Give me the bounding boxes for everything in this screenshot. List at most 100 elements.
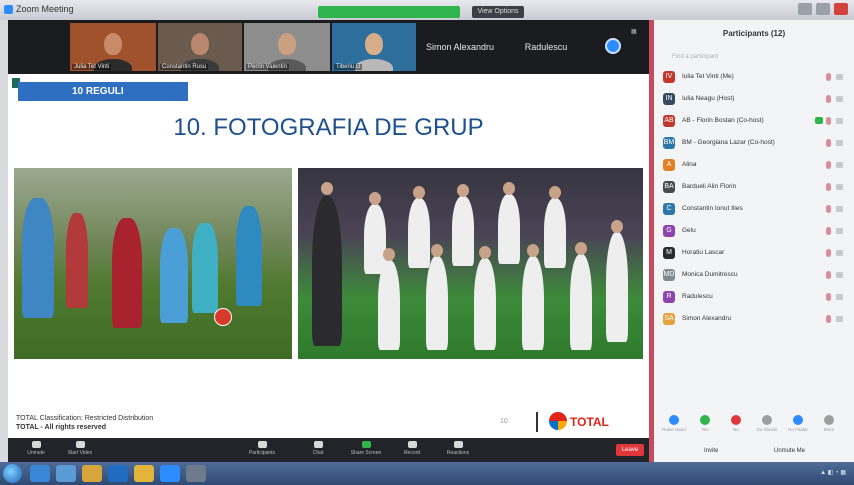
maximize-icon[interactable]	[816, 3, 830, 15]
participant-row[interactable]: AB AB - Florin Bostan (Co-host)	[663, 113, 849, 129]
active-speaker-icon	[605, 38, 621, 54]
participant-row[interactable]: SA Simon Alexandru	[663, 311, 849, 327]
participant-row[interactable]: C Constantin Ionut Ilies	[663, 201, 849, 217]
video-thumbnail[interactable]: Tiberiu G	[332, 23, 416, 71]
player-figure	[236, 206, 262, 306]
strip-view-toggle-icon[interactable]: ▦	[631, 28, 637, 35]
participant-avatar: IN	[663, 93, 675, 105]
video-off-icon	[836, 184, 843, 190]
player-head	[369, 192, 381, 205]
video-off-icon	[836, 316, 843, 322]
folder-icon[interactable]	[82, 465, 102, 482]
participant-name: Radulescu	[682, 293, 713, 300]
video-thumbnail[interactable]: Constantin Rusu	[158, 23, 242, 71]
team-photo	[298, 168, 643, 359]
record-button[interactable]: Record	[390, 440, 434, 460]
start-video-button[interactable]: Start Video	[58, 440, 102, 460]
participant-head	[191, 33, 209, 55]
muted-microphone-icon	[826, 271, 831, 279]
player-figure	[112, 218, 142, 328]
invite-button[interactable]: Invite	[704, 448, 718, 454]
chat-button[interactable]: Chat	[296, 440, 340, 460]
windows-taskbar: ▲ ◧ ◔ ▦	[0, 462, 854, 485]
app-icon[interactable]	[186, 465, 206, 482]
video-thumbnail[interactable]: Julia Tet Vinti	[70, 23, 156, 71]
reaction-button[interactable]: Go Faster	[784, 415, 812, 432]
participant-row[interactable]: IV Iulia Tet Vinti (Me)	[663, 69, 849, 85]
player-figure	[606, 232, 628, 342]
player-figure	[474, 258, 496, 350]
player-head	[431, 244, 443, 257]
participant-name: Tiberiu G	[334, 64, 363, 70]
muted-microphone-icon	[826, 315, 831, 323]
video-tile-name-only[interactable]: Simon Alexandru	[418, 23, 502, 71]
video-off-icon	[836, 96, 843, 102]
participant-name: Simon Alexandru	[682, 315, 732, 322]
participant-head	[104, 33, 122, 55]
total-logo-icon	[549, 412, 567, 430]
kids-football-photo	[14, 168, 292, 359]
participant-row[interactable]: A Alina	[663, 157, 849, 173]
minimize-icon[interactable]	[798, 3, 812, 15]
unmute-me-button[interactable]: Unmute Me	[774, 448, 805, 454]
unmute-button[interactable]: Unmute	[14, 440, 58, 460]
reaction-button[interactable]: Yes	[691, 415, 719, 432]
participant-name: BM - Georgiana Lazar (Co-host)	[682, 139, 775, 146]
record-icon	[407, 441, 417, 448]
participants-button[interactable]: Participants	[240, 440, 284, 460]
participant-row[interactable]: G Gelu	[663, 223, 849, 239]
zoom-taskbar-icon[interactable]	[160, 465, 180, 482]
close-icon[interactable]	[834, 3, 848, 15]
reactions-button[interactable]: Reactions	[436, 440, 480, 460]
participant-name: Julia Tet Vinti	[72, 64, 112, 70]
muted-microphone-icon	[826, 183, 831, 191]
tool-label: Participants	[248, 450, 276, 456]
participant-row[interactable]: IN Iulia Neagu (Host)	[663, 91, 849, 107]
video-off-icon	[836, 206, 843, 212]
reaction-button[interactable]: Go Slower	[753, 415, 781, 432]
screen-share-indicator[interactable]	[318, 6, 460, 18]
start-menu-icon[interactable]	[3, 464, 22, 483]
leave-meeting-button[interactable]: Leave	[616, 444, 644, 456]
player-figure	[66, 213, 88, 308]
participant-row[interactable]: BA Bardueli Alin Florin	[663, 179, 849, 195]
outlook-icon[interactable]	[108, 465, 128, 482]
participant-row[interactable]: R Radulescu	[663, 289, 849, 305]
reaction-label: Raise Hand	[662, 427, 686, 432]
tool-label: Unmute	[27, 450, 45, 456]
participant-row[interactable]: BM BM - Georgiana Lazar (Co-host)	[663, 135, 849, 151]
explorer-icon[interactable]	[30, 465, 50, 482]
reaction-button[interactable]: No	[722, 415, 750, 432]
reaction-button[interactable]: Raise Hand	[660, 415, 688, 432]
participant-name: Iulia Tet Vinti (Me)	[682, 73, 734, 80]
participant-row[interactable]: M Horatiu Lascar	[663, 245, 849, 261]
tool-label: Reactions	[446, 450, 470, 456]
video-thumbnail[interactable]: Perrin Valentin	[244, 23, 330, 71]
chrome-icon[interactable]	[134, 465, 154, 482]
copyright-line: TOTAL - All rights reserved	[16, 424, 106, 431]
view-options-button[interactable]: View Options	[472, 6, 524, 18]
internet-explorer-icon[interactable]	[56, 465, 76, 482]
muted-microphone-icon	[826, 293, 831, 301]
share-screen-button[interactable]: Share Screen	[344, 440, 388, 460]
player-figure	[160, 228, 188, 323]
participant-name: Monica Dumitrescu	[682, 271, 738, 278]
reaction-button[interactable]: More	[815, 415, 843, 432]
video-tile-name-only[interactable]: Radulescu	[504, 23, 588, 71]
participant-search-input[interactable]: Find a participant	[672, 54, 718, 60]
player-head	[503, 182, 515, 195]
video-off-icon	[836, 162, 843, 168]
participant-avatar: BM	[663, 137, 675, 149]
video-off-icon	[836, 228, 843, 234]
participant-name: Bardueli Alin Florin	[682, 183, 737, 190]
reaction-icon	[824, 415, 834, 425]
player-figure	[522, 256, 544, 350]
reaction-label: Go Faster	[787, 427, 808, 432]
tool-label: Share Screen	[350, 450, 382, 456]
participant-avatar: SA	[663, 313, 675, 325]
meeting-toolbar: Unmute Start Video Participants Chat Sha…	[8, 438, 649, 462]
player-head	[457, 184, 469, 197]
muted-microphone-icon	[826, 95, 831, 103]
participant-avatar: IV	[663, 71, 675, 83]
participant-row[interactable]: MD Monica Dumitrescu	[663, 267, 849, 283]
